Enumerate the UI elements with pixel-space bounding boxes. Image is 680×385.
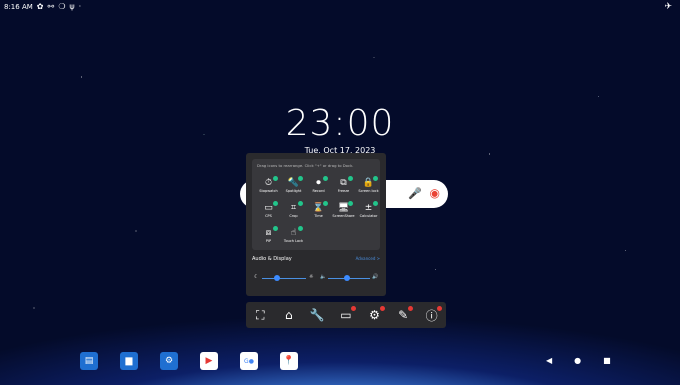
tool-calculator[interactable]: ± Calculator xyxy=(356,201,381,224)
add-badge[interactable] xyxy=(323,201,328,206)
tools-area: Drag icons to rearrange. Click "+" or dr… xyxy=(252,159,380,250)
lens-icon[interactable]: ◉ xyxy=(430,186,440,200)
tools-icon[interactable]: 🔧 xyxy=(306,304,328,326)
audio-display-header: Audio & Display Advanced > xyxy=(252,256,380,262)
tool-label: CPS xyxy=(265,214,272,218)
add-badge[interactable] xyxy=(273,176,278,181)
nav-bar: ◀ ● ■ xyxy=(546,356,611,365)
airplane-icon: ✈ xyxy=(664,2,672,12)
brightness-low-icon: ☾ xyxy=(254,274,259,280)
add-badge[interactable] xyxy=(298,226,303,231)
usb-icon: ψ xyxy=(69,2,75,11)
settings-app-icon[interactable]: ⚙ xyxy=(160,352,178,370)
tool-label: Record xyxy=(312,189,325,193)
circle-icon: ❍ xyxy=(58,2,66,11)
red-dot xyxy=(350,306,356,311)
settings-icon: ✿ xyxy=(36,2,44,11)
volume-knob[interactable] xyxy=(343,275,350,281)
tool-screen-lock[interactable]: 🔒 Screen lock xyxy=(356,176,381,199)
tool-screenshare[interactable]: 🖥 ScreenShare xyxy=(331,201,356,224)
home-icon[interactable]: ⌂ xyxy=(278,304,300,326)
red-dot xyxy=(379,306,385,311)
tool-label: ScreenShare xyxy=(332,214,355,218)
add-badge[interactable] xyxy=(348,176,353,181)
clock-time: 23:00 xyxy=(285,103,395,144)
audio-title: Audio & Display xyxy=(252,256,292,262)
usb-icon: ⚯ xyxy=(47,2,55,11)
brightness-slider[interactable] xyxy=(262,278,306,279)
expand-icon[interactable]: ⛶ xyxy=(249,304,271,326)
back-icon[interactable]: ◀ xyxy=(546,356,552,365)
tool-timer[interactable]: ⌛ Time xyxy=(306,201,331,224)
screen-icon[interactable]: ▭ xyxy=(335,304,357,326)
add-badge[interactable] xyxy=(373,201,378,206)
sliders: ☾ ☼ 🔈 🔊 xyxy=(254,273,378,283)
pen-icon[interactable]: ✎ xyxy=(392,304,414,326)
maps-icon[interactable]: 📍 xyxy=(280,352,298,370)
tool-label: Screen lock xyxy=(358,189,379,193)
tool-pip[interactable]: ⧈ PIP xyxy=(256,226,281,249)
add-badge[interactable] xyxy=(298,201,303,206)
brightness-knob[interactable] xyxy=(274,275,281,281)
files-app-icon[interactable]: ▆ xyxy=(120,352,138,370)
tool-spotlight[interactable]: 🔦 Spotlight xyxy=(281,176,306,199)
add-badge[interactable] xyxy=(373,176,378,181)
recents-icon[interactable]: ■ xyxy=(603,356,611,365)
status-bar: 8:16 AM ✿ ⚯ ❍ ψ · xyxy=(4,2,81,11)
advanced-link[interactable]: Advanced > xyxy=(356,256,380,262)
whiteboard-app-icon[interactable]: ▤ xyxy=(80,352,98,370)
dot-icon: · xyxy=(78,2,82,11)
tool-label: PIP xyxy=(265,239,272,243)
red-dot xyxy=(436,306,442,311)
tool-stopwatch[interactable]: ⏱ Stopwatch xyxy=(256,176,281,199)
tool-label: Stopwatch xyxy=(259,189,278,193)
tool-record[interactable]: ⏺ Record xyxy=(306,176,331,199)
add-badge[interactable] xyxy=(273,226,278,231)
tool-touch-lock[interactable]: ☝ Touch Lock xyxy=(281,226,306,249)
add-badge[interactable] xyxy=(273,201,278,206)
bottom-toolbar: ⛶ ⌂ 🔧 ▭ ⚙ ✎ ⓘ xyxy=(246,302,446,328)
volume-low-icon: 🔈 xyxy=(320,274,327,280)
add-badge[interactable] xyxy=(298,176,303,181)
settings-icon[interactable]: ⚙ xyxy=(364,304,386,326)
tool-crop[interactable]: ⌗ Crop xyxy=(281,201,306,224)
tool-label: Time xyxy=(314,214,323,218)
tool-label: Touch Lock xyxy=(283,239,304,243)
tool-label: Spotlight xyxy=(285,189,302,193)
add-badge[interactable] xyxy=(348,201,353,206)
play-store-icon[interactable]: ▶ xyxy=(200,352,218,370)
tool-label: Crop xyxy=(289,214,298,218)
tool-label: Calculator xyxy=(359,214,378,218)
mic-icon[interactable]: 🎤 xyxy=(408,187,422,200)
status-time: 8:16 AM xyxy=(4,2,33,11)
brightness-high-icon: ☼ xyxy=(309,274,314,280)
google-apps-icon[interactable]: G● xyxy=(240,352,258,370)
dock: ▤ ▆ ⚙ ▶ G● 📍 xyxy=(80,352,298,370)
info-icon[interactable]: ⓘ xyxy=(421,304,443,326)
tool-cast[interactable]: ▭ CPS xyxy=(256,201,281,224)
tool-label: Freeze xyxy=(337,189,350,193)
red-dot xyxy=(408,306,414,311)
panel-hint: Drag icons to rearrange. Click "+" or dr… xyxy=(257,163,354,168)
add-badge[interactable] xyxy=(323,176,328,181)
tool-freeze[interactable]: ⧉ Freeze xyxy=(331,176,356,199)
tools-grid: ⏱ Stopwatch 🔦 Spotlight ⏺ Record ⧉ Freeze 🔒 Scree… xyxy=(256,176,381,249)
home-icon[interactable]: ● xyxy=(574,356,581,365)
quick-tools-panel: Drag icons to rearrange. Click "+" or dr… xyxy=(246,153,386,296)
volume-high-icon: 🔊 xyxy=(372,274,379,280)
